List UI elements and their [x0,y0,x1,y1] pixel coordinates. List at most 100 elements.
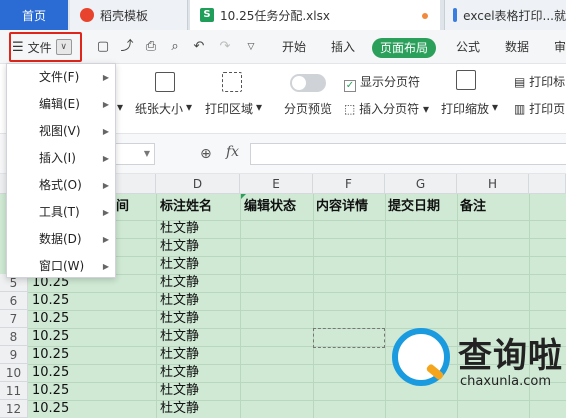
menu-item-insert-label: 插入(I) [39,151,76,165]
submenu-arrow-icon: ▶ [102,127,109,136]
print-area-icon [222,72,242,92]
menu-item-window[interactable]: 窗口(W) ▶ [7,253,115,280]
customize-icon[interactable]: ▽ [244,40,258,54]
name-cell[interactable]: 杜文静 [160,382,199,400]
page-preview-toggle[interactable] [290,74,326,92]
grid-line [28,310,566,311]
tab-formula[interactable]: 公式 [456,30,480,64]
tab-template[interactable]: 稻壳模板 [70,0,188,30]
print-area-caret[interactable]: ▾ [256,100,262,114]
date-cell[interactable]: 10.25 [32,382,69,400]
print-scale-caret[interactable]: ▾ [492,100,498,114]
header-cell-remarks[interactable]: 备注 [460,194,486,220]
name-box[interactable]: ▼ [115,143,155,165]
name-cell[interactable]: 杜文静 [160,310,199,328]
header-cell-edit-status[interactable]: 编辑状态 [244,194,296,220]
header-cell-content[interactable]: 内容详情 [316,194,368,220]
row-header-8[interactable]: 8 [0,328,28,346]
column-header-d[interactable]: D [156,174,240,194]
tab-start[interactable]: 开始 [282,30,306,64]
tab-data[interactable]: 数据 [505,30,529,64]
selection-marquee [313,328,385,348]
zoom-icon[interactable]: ⊕ [200,146,212,162]
name-cell[interactable]: 杜文静 [160,220,199,238]
print-icon[interactable]: ⎙ [144,40,158,54]
menu-item-file[interactable]: 文件(F) ▶ [7,64,115,91]
row-header-11[interactable]: 11 [0,382,28,400]
row-header-7[interactable]: 7 [0,310,28,328]
submenu-arrow-icon: ▶ [102,235,109,244]
column-header-g[interactable]: G [385,174,457,194]
ribbon-menu-bar: ☰ 文件 ∨ ▢ ⤴ ⎙ ⌕ ↶ ↷ ▽ 开始 插入 页面布局 公式 数据 审 [0,30,566,64]
name-cell[interactable]: 杜文静 [160,328,199,346]
header-cell-name[interactable]: 标注姓名 [160,194,212,220]
tab-template-label: 稻壳模板 [100,8,149,23]
watermark: 查询啦 chaxunla.com [388,322,566,418]
row-header-12[interactable]: 12 [0,400,28,418]
show-page-break-checkbox[interactable]: ✓ 显示分页符 [344,73,420,92]
header-cell-submit-date[interactable]: 提交日期 [388,194,440,220]
name-cell[interactable]: 杜文静 [160,364,199,382]
name-cell[interactable]: 杜文静 [160,292,199,310]
date-cell[interactable]: 10.25 [32,346,69,364]
name-cell[interactable]: 杜文静 [160,256,199,274]
column-header-e[interactable]: E [240,174,313,194]
submenu-arrow-icon: ▶ [102,73,109,82]
undo-icon[interactable]: ↶ [192,40,206,54]
menu-item-tools[interactable]: 工具(T) ▶ [7,199,115,226]
date-cell[interactable]: 10.25 [32,328,69,346]
menu-item-file-label: 文件(F) [39,70,80,84]
fx-icon[interactable]: fx [226,144,239,160]
name-cell[interactable]: 杜文静 [160,274,199,292]
menu-item-insert[interactable]: 插入(I) ▶ [7,145,115,172]
menu-item-edit-label: 编辑(E) [39,97,80,111]
row-header-10[interactable]: 10 [0,364,28,382]
paper-size-caret[interactable]: ▾ [186,100,192,114]
column-header-h[interactable]: H [457,174,529,194]
tab-page-layout[interactable]: 页面布局 [372,38,437,58]
tab-web-label: excel表格打印...就 [463,8,566,23]
menu-item-view[interactable]: 视图(V) ▶ [7,118,115,145]
date-cell[interactable]: 10.25 [32,364,69,382]
column-header-i[interactable] [529,174,566,194]
date-cell[interactable]: 10.25 [32,292,69,310]
formula-input[interactable] [250,143,566,165]
magnifier-logo-icon [392,328,450,386]
tab-insert[interactable]: 插入 [331,30,355,64]
window-tab-bar: 首页 稻壳模板 S 10.25任务分配.xlsx excel表格打印...就 [0,0,566,30]
date-cell[interactable]: 10.25 [32,310,69,328]
name-cell[interactable]: 杜文静 [160,238,199,256]
tab-home[interactable]: 首页 [0,0,68,30]
redo-icon[interactable]: ↷ [218,40,232,54]
checkbox-icon: ✓ [344,80,356,92]
row-header-6[interactable]: 6 [0,292,28,310]
print-preview-icon[interactable]: ⌕ [168,40,182,54]
page-preview-button[interactable]: 分页预览 [284,100,332,117]
toolbar-dropdown-caret[interactable]: ▾ [117,100,123,114]
name-cell[interactable]: 杜文静 [160,400,199,418]
print-area-button[interactable]: 打印区域 [205,100,253,117]
print-scale-button[interactable]: 打印缩放 [441,100,489,117]
row-header-9[interactable]: 9 [0,346,28,364]
menu-item-data[interactable]: 数据(D) ▶ [7,226,115,253]
name-cell[interactable]: 杜文静 [160,346,199,364]
header-cell-time[interactable]: 间 [116,194,129,220]
print-title-button[interactable]: ▤ 打印标 [514,73,565,90]
column-header-f[interactable]: F [313,174,385,194]
print-title-icon: ▤ [514,75,530,89]
insert-page-break-button[interactable]: ⬚ 插入分页符 ▾ [344,100,429,117]
save-icon[interactable]: ▢ [96,40,110,54]
submenu-arrow-icon: ▶ [102,262,109,271]
print-page-button[interactable]: ▥ 打印页 [514,100,565,117]
paper-size-button[interactable]: 纸张大小 [135,100,183,117]
tab-review[interactable]: 审 [554,30,566,64]
menu-item-format[interactable]: 格式(O) ▶ [7,172,115,199]
date-cell[interactable]: 10.25 [32,400,69,418]
tab-file[interactable]: S 10.25任务分配.xlsx [190,0,440,30]
menu-item-edit[interactable]: 编辑(E) ▶ [7,91,115,118]
spreadsheet-icon: S [200,8,214,22]
tab-web[interactable]: excel表格打印...就 [444,0,566,30]
export-icon[interactable]: ⤴ [120,40,134,54]
paper-size-icon [155,72,175,92]
chevron-down-icon[interactable]: ▼ [144,149,150,158]
